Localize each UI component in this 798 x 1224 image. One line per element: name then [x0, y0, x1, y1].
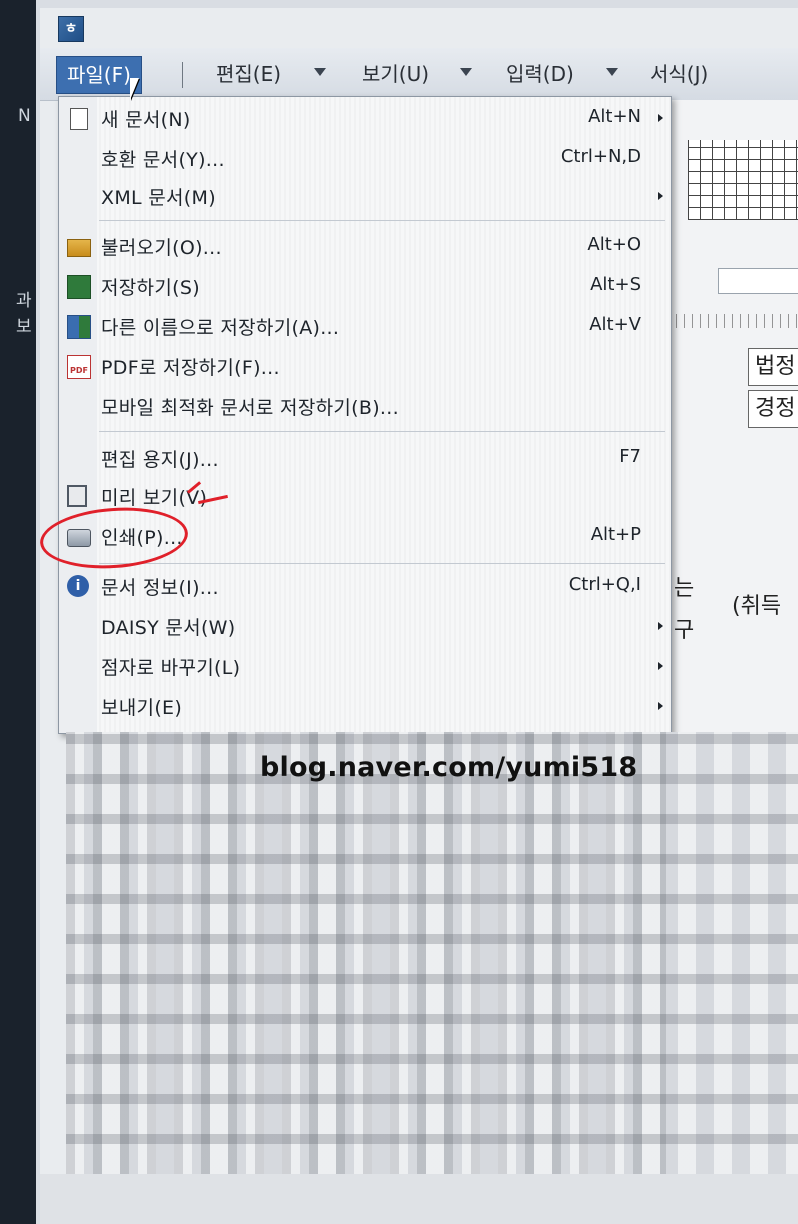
table-style-icon[interactable]: [688, 140, 798, 220]
menu-separator: [182, 62, 183, 88]
bottom-strip: [40, 1174, 798, 1224]
chevron-down-icon[interactable]: [460, 68, 472, 76]
table-cell: 법정: [748, 348, 798, 386]
menu-item-open[interactable]: 불러오기(O)... Alt+O: [59, 227, 671, 265]
menu-item-new-document[interactable]: 새 문서(N) Alt+N: [59, 99, 671, 137]
info-icon: i: [67, 575, 89, 597]
menu-item-shortcut: Alt+O: [587, 234, 641, 255]
menu-item-daisy-document[interactable]: DAISY 문서(W): [59, 607, 671, 645]
menu-item-braille[interactable]: 점자로 바꾸기(L): [59, 647, 671, 685]
blurred-menu-ghost: [66, 732, 666, 1174]
menu-item-label: 편집 용지(J)...: [101, 449, 219, 471]
pdf-icon: PDF: [67, 355, 91, 379]
menu-item-shortcut: Alt+S: [590, 274, 641, 295]
side-fragment: 과: [16, 291, 32, 311]
menu-item-send[interactable]: 보내기(E): [59, 687, 671, 725]
menu-item-label: PDF로 저장하기(F)...: [101, 357, 280, 379]
app-logo-icon[interactable]: ㅎ: [58, 16, 84, 42]
side-fragment: 보: [16, 317, 32, 337]
menu-view[interactable]: 보기(U): [352, 56, 439, 92]
save-as-icon: [67, 315, 91, 339]
menu-item-label: 새 문서(N): [101, 109, 191, 131]
menu-item-compatible-document[interactable]: 호환 문서(Y)... Ctrl+N,D: [59, 139, 671, 177]
menu-separator: [99, 563, 665, 564]
menu-item-label: 불러오기(O)...: [101, 237, 222, 259]
chevron-down-icon[interactable]: [606, 68, 618, 76]
style-combo[interactable]: [718, 268, 798, 294]
menu-bar: 파일(F) 편집(E) 보기(U) 입력(D) 서식(J): [40, 48, 798, 101]
submenu-arrow-icon: [658, 192, 663, 200]
menu-item-label: 문서 정보(I)...: [101, 577, 219, 599]
menu-item-shortcut: Alt+N: [588, 106, 641, 127]
chevron-down-icon[interactable]: [314, 68, 326, 76]
menu-item-label: DAISY 문서(W): [101, 617, 236, 639]
menu-separator: [99, 220, 665, 221]
submenu-arrow-icon: [658, 662, 663, 670]
submenu-arrow-icon: [658, 114, 663, 122]
menu-item-shortcut: Ctrl+Q,I: [568, 574, 641, 595]
menu-item-label: XML 문서(M): [101, 187, 216, 209]
menu-item-save-pdf[interactable]: PDF PDF로 저장하기(F)...: [59, 347, 671, 385]
menu-insert[interactable]: 입력(D): [496, 56, 584, 92]
menu-item-label: 보내기(E): [101, 697, 183, 719]
doc-text-fragment: 구: [674, 618, 695, 643]
menu-item-label: 호환 문서(Y)...: [101, 149, 225, 171]
menu-item-shortcut: Alt+P: [590, 524, 641, 545]
menu-item-label: 점자로 바꾸기(L): [101, 657, 241, 679]
side-fragment: N: [18, 106, 31, 126]
menu-item-save[interactable]: 저장하기(S) Alt+S: [59, 267, 671, 305]
new-document-icon: [70, 108, 88, 130]
mouse-cursor-icon: [130, 78, 139, 100]
menu-item-save-as[interactable]: 다른 이름으로 저장하기(A)... Alt+V: [59, 307, 671, 345]
menu-item-shortcut: Alt+V: [589, 314, 641, 335]
submenu-arrow-icon: [658, 622, 663, 630]
submenu-arrow-icon: [658, 702, 663, 710]
menu-format[interactable]: 서식(J): [640, 56, 718, 92]
file-menu-dropdown: 새 문서(N) Alt+N 호환 문서(Y)... Ctrl+N,D XML 문…: [58, 96, 672, 734]
blog-watermark: blog.naver.com/yumi518: [260, 752, 638, 783]
print-preview-icon: [67, 485, 87, 507]
menu-item-xml-document[interactable]: XML 문서(M): [59, 177, 671, 215]
menu-item-save-mobile[interactable]: 모바일 최적화 문서로 저장하기(B)...: [59, 387, 671, 425]
blurred-region: [66, 732, 798, 1174]
menu-item-page-setup[interactable]: 편집 용지(J)... F7: [59, 439, 671, 477]
ruler: [668, 314, 798, 328]
doc-text-fragment: (취득: [732, 594, 782, 619]
menu-item-label: 모바일 최적화 문서로 저장하기(B)...: [101, 397, 399, 419]
menu-item-shortcut: F7: [619, 446, 641, 467]
menu-separator: [99, 431, 665, 432]
table-cell: 경정: [748, 390, 798, 428]
menu-item-document-info[interactable]: i 문서 정보(I)... Ctrl+Q,I: [59, 567, 671, 605]
menu-item-shortcut: Ctrl+N,D: [560, 146, 641, 167]
menu-edit[interactable]: 편집(E): [206, 56, 291, 92]
doc-text-fragment: 는: [674, 576, 695, 601]
menu-item-label: 저장하기(S): [101, 277, 200, 299]
menu-item-label: 다른 이름으로 저장하기(A)...: [101, 317, 340, 339]
save-icon: [67, 275, 91, 299]
folder-open-icon: [67, 239, 91, 257]
